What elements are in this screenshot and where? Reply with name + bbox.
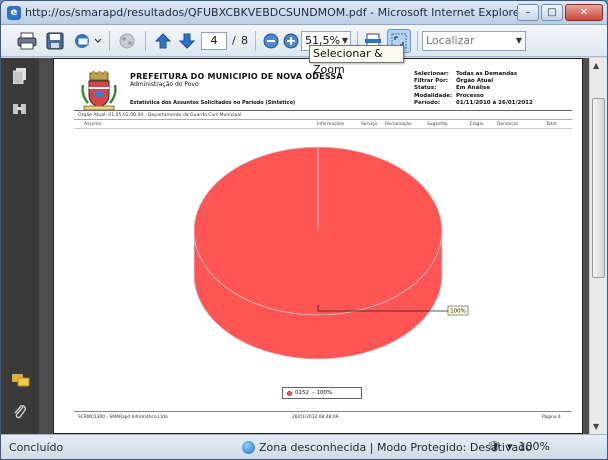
maximize-button[interactable]: □ xyxy=(541,4,563,21)
browser-window: e http://os/smarapd/resultados/QFUBXCBKV… xyxy=(0,0,608,460)
scroll-up-icon[interactable]: ▲ xyxy=(593,61,599,70)
ie-icon: e xyxy=(7,6,21,20)
footer-page: Página 4 xyxy=(542,415,561,420)
data-label: 100% xyxy=(450,309,466,315)
close-button[interactable]: ✕ xyxy=(565,4,603,21)
filter-row: Modalidade: Processo xyxy=(414,92,484,99)
municipal-crest-logo xyxy=(81,71,117,111)
next-page-icon[interactable] xyxy=(175,29,199,53)
column-header: Reclamação xyxy=(385,122,412,127)
title-bar: e http://os/smarapd/resultados/QFUBXCBKV… xyxy=(1,1,607,25)
vertical-scrollbar[interactable]: ▲ ▼ xyxy=(589,58,607,434)
window-controls: – □ ✕ xyxy=(517,4,603,21)
zoom-in-icon[interactable] xyxy=(279,29,303,53)
previous-page-icon[interactable] xyxy=(151,29,175,53)
attachments-icon[interactable] xyxy=(12,404,28,422)
column-header: Denúncia xyxy=(497,122,518,127)
column-header: Serviço xyxy=(361,122,378,127)
pie-chart: 100% xyxy=(194,147,469,360)
filter-row: Status: Em Análise xyxy=(414,85,491,92)
report-filters: Selecionar: Todas as Demandas Filtrar Por… xyxy=(414,71,533,107)
comments-icon[interactable] xyxy=(12,374,30,392)
footer-timestamp: 26/01/2012 08:48:09 xyxy=(292,415,339,420)
send-email-icon[interactable] xyxy=(71,29,105,53)
minimize-button[interactable]: – xyxy=(517,4,539,21)
chart-legend: 0152 – 100% xyxy=(282,387,362,399)
window-title: http://os/smarapd/resultados/QFUBXCBKVEB… xyxy=(25,6,525,19)
status-zoom[interactable]: 100% xyxy=(519,440,550,453)
protected-mode-icon[interactable]: 🛡 xyxy=(487,440,501,453)
column-divider xyxy=(74,128,572,129)
column-header: Sugestão xyxy=(427,122,448,127)
orgao-divider xyxy=(74,119,572,120)
page-separator: / xyxy=(232,34,236,47)
column-header: Elogio xyxy=(470,122,484,127)
pages-icon[interactable] xyxy=(12,68,28,86)
find-input[interactable]: Localizar ▼ xyxy=(422,31,526,51)
org-name: PREFEITURA DO MUNICIPIO DE NOVA ODESSA xyxy=(130,72,343,81)
save-icon[interactable] xyxy=(43,29,67,53)
legend-value: – 100% xyxy=(312,390,333,396)
footer-left: SCRW01300 - SMARapd Informática Ltda xyxy=(78,415,168,420)
report-title: Estatística dos Assuntos Solicitados no … xyxy=(130,100,296,106)
chevron-down-icon[interactable]: ▾ xyxy=(507,440,513,453)
document-viewport[interactable]: PREFEITURA DO MUNICIPIO DE NOVA ODESSA A… xyxy=(39,58,589,434)
page-total: 8 xyxy=(241,34,248,47)
header-divider xyxy=(74,110,572,111)
navigation-pane xyxy=(1,58,39,434)
status-bar: Concluído Zona desconhecida | Modo Prote… xyxy=(1,434,607,459)
status-text: Concluído xyxy=(9,441,64,454)
org-subtitle: Administração do Povo xyxy=(130,81,199,88)
print-icon[interactable] xyxy=(15,29,39,53)
find-placeholder: Localizar xyxy=(426,34,475,47)
chevron-down-icon: ▼ xyxy=(515,36,522,45)
column-header: Total xyxy=(546,122,557,127)
legend-label: 0152 xyxy=(295,390,309,396)
orgao-line: Órgão Atual: 01.05.02.00.00 - Departamen… xyxy=(78,113,242,118)
pdf-toolbar: 4 / 8 51,5% ▼ Localizar ▼ xyxy=(1,25,607,57)
share-icon[interactable] xyxy=(115,29,139,53)
bookmarks-icon[interactable] xyxy=(12,102,28,120)
scroll-thumb[interactable] xyxy=(592,98,605,278)
pdf-page: PREFEITURA DO MUNICIPIO DE NOVA ODESSA A… xyxy=(53,58,583,434)
globe-icon xyxy=(242,441,255,454)
legend-swatch xyxy=(287,390,292,396)
scroll-down-icon[interactable]: ▼ xyxy=(593,422,599,431)
column-header: Informações xyxy=(317,122,345,127)
footer-divider xyxy=(74,411,572,412)
tooltip: Selecionar & Zoom xyxy=(309,45,404,76)
page-number-input[interactable]: 4 xyxy=(201,32,227,50)
column-header: Assunto xyxy=(84,122,102,127)
filter-row: Período: 01/11/2010 à 26/01/2012 xyxy=(414,99,533,106)
status-tools: 🛡 ▾ 100% xyxy=(487,440,550,453)
